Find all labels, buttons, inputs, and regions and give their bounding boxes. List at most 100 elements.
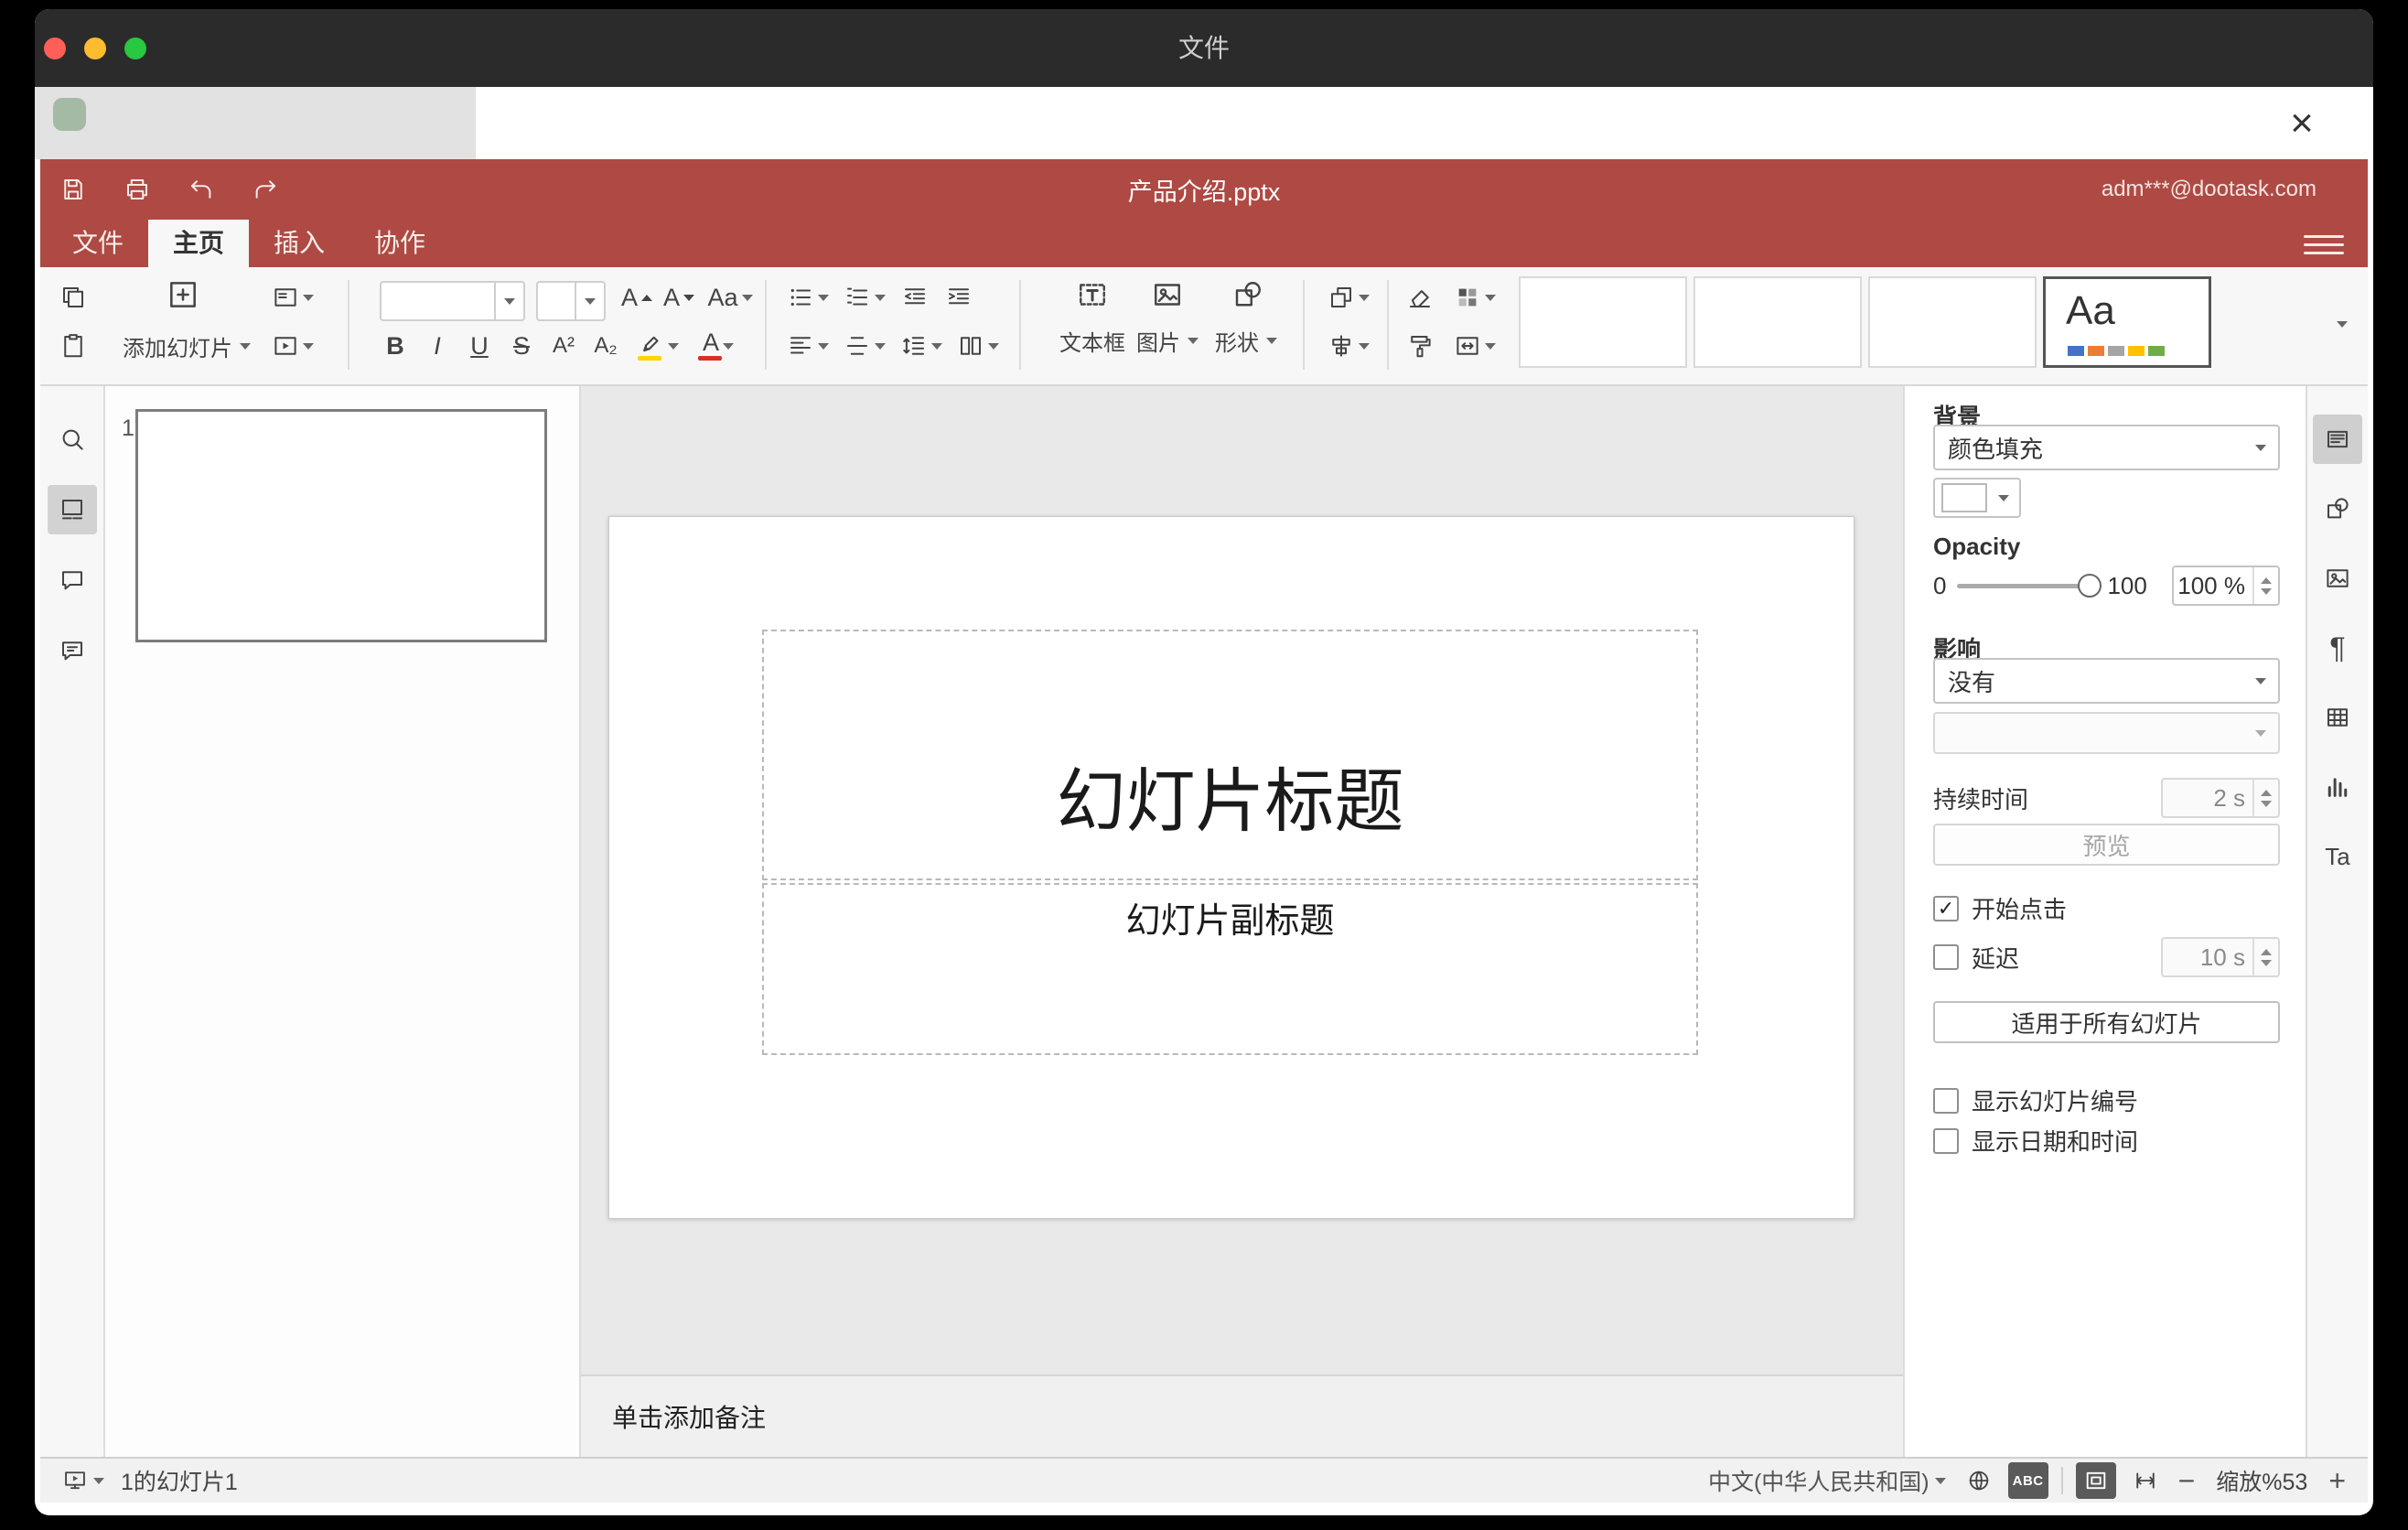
add-slide-button[interactable] bbox=[161, 273, 205, 317]
shape-settings-tab[interactable] bbox=[2313, 484, 2362, 533]
zoom-in-button[interactable]: + bbox=[2325, 1462, 2349, 1499]
clear-style-button[interactable] bbox=[1400, 277, 1440, 318]
close-preview-button[interactable]: × bbox=[2278, 100, 2326, 147]
insert-shape-button[interactable] bbox=[1219, 271, 1277, 318]
horizontal-align-button[interactable] bbox=[781, 326, 834, 366]
preview-slideshow-button[interactable] bbox=[263, 326, 322, 366]
opacity-slider-knob[interactable] bbox=[2078, 573, 2102, 598]
columns-button[interactable] bbox=[951, 326, 1005, 366]
notes-area[interactable]: 单击添加备注 bbox=[581, 1374, 1903, 1457]
spellcheck-button[interactable]: ABC bbox=[2007, 1462, 2048, 1499]
add-slide-menu-button[interactable]: 添加幻灯片 bbox=[113, 326, 260, 366]
paste-button[interactable] bbox=[53, 326, 93, 366]
numbering-button[interactable] bbox=[838, 277, 891, 318]
language-select[interactable]: 中文(中华人民共和国) bbox=[1704, 1462, 1950, 1499]
font-color-button[interactable]: A bbox=[690, 326, 747, 366]
increase-indent-button[interactable] bbox=[939, 277, 979, 318]
show-date-time-checkbox[interactable] bbox=[1933, 1127, 1959, 1154]
bullets-button[interactable] bbox=[781, 277, 834, 318]
spinner-up-icon[interactable] bbox=[2261, 576, 2272, 584]
set-language-button[interactable] bbox=[1962, 1462, 1995, 1499]
theme-gallery-expand-button[interactable] bbox=[2322, 304, 2362, 344]
decrease-font-size-button[interactable]: A bbox=[659, 277, 699, 318]
slide-thumbnail[interactable] bbox=[135, 409, 547, 642]
change-case-button[interactable]: Aa bbox=[701, 277, 759, 318]
underline-button[interactable]: U bbox=[459, 326, 500, 366]
print-button[interactable] bbox=[117, 169, 157, 210]
font-name-combo[interactable] bbox=[380, 281, 525, 321]
font-name-dropdown[interactable] bbox=[494, 283, 523, 319]
fit-to-width-button[interactable] bbox=[2129, 1462, 2162, 1499]
spinner-down-icon[interactable] bbox=[2261, 800, 2272, 807]
insert-shape-menu[interactable]: 形状 bbox=[1199, 320, 1294, 361]
tab-home[interactable]: 主页 bbox=[148, 220, 250, 267]
transition-effect-select[interactable]: 没有 bbox=[1933, 658, 2280, 704]
theme-thumbnail-2[interactable] bbox=[1693, 276, 1862, 368]
subtitle-placeholder[interactable]: 幻灯片副标题 bbox=[762, 883, 1698, 1055]
insert-image-button[interactable] bbox=[1138, 271, 1197, 318]
copy-button[interactable] bbox=[53, 277, 93, 318]
copy-style-button[interactable] bbox=[1400, 326, 1440, 366]
theme-thumbnail-selected[interactable]: Aa bbox=[2043, 276, 2211, 368]
image-settings-tab[interactable] bbox=[2313, 554, 2362, 603]
transition-variant-select[interactable] bbox=[1933, 712, 2280, 754]
start-slideshow-statusbar-button[interactable] bbox=[59, 1462, 108, 1499]
italic-button[interactable]: I bbox=[417, 326, 457, 366]
tab-file[interactable]: 文件 bbox=[48, 220, 148, 267]
increase-font-size-button[interactable]: A bbox=[617, 277, 657, 318]
strikethrough-button[interactable]: S bbox=[501, 326, 542, 366]
slide-canvas[interactable]: 幻灯片标题 幻灯片副标题 bbox=[581, 386, 1903, 1374]
preview-button[interactable]: 预览 bbox=[1933, 824, 2280, 866]
table-settings-tab[interactable] bbox=[2313, 693, 2362, 742]
decrease-indent-button[interactable] bbox=[895, 277, 935, 318]
align-shape-button[interactable] bbox=[1319, 326, 1378, 366]
slide-size-button[interactable] bbox=[1446, 326, 1504, 366]
background-color-select[interactable] bbox=[1933, 478, 2021, 518]
opacity-slider[interactable] bbox=[1957, 573, 2102, 598]
delay-spinner[interactable]: 10 s bbox=[2161, 937, 2280, 977]
slide-settings-tab[interactable] bbox=[2313, 415, 2362, 464]
comments-button[interactable] bbox=[48, 555, 97, 605]
line-spacing-button[interactable] bbox=[895, 326, 948, 366]
search-button[interactable] bbox=[48, 415, 97, 464]
change-layout-button[interactable] bbox=[263, 277, 322, 318]
start-on-click-checkbox[interactable]: ✓ bbox=[1933, 895, 1959, 921]
arrange-shape-button[interactable] bbox=[1319, 277, 1378, 318]
show-slide-number-checkbox[interactable] bbox=[1933, 1087, 1959, 1114]
font-size-dropdown[interactable] bbox=[575, 283, 604, 319]
tab-insert[interactable]: 插入 bbox=[249, 220, 349, 267]
vertical-align-button[interactable] bbox=[838, 326, 891, 366]
background-fill-select[interactable]: 颜色填充 bbox=[1933, 425, 2280, 470]
delay-checkbox[interactable] bbox=[1933, 944, 1959, 970]
opacity-spinner[interactable]: 100 % bbox=[2172, 566, 2280, 606]
view-settings-button[interactable] bbox=[2304, 229, 2344, 260]
undo-button[interactable] bbox=[181, 169, 221, 210]
spinner-up-icon[interactable] bbox=[2261, 948, 2272, 955]
spinner-up-icon[interactable] bbox=[2261, 789, 2272, 796]
highlight-color-button[interactable] bbox=[629, 326, 686, 366]
textart-settings-tab[interactable]: Ta bbox=[2313, 832, 2362, 881]
apply-to-all-slides-button[interactable]: 适用于所有幻灯片 bbox=[1933, 1001, 2280, 1043]
save-button[interactable] bbox=[53, 169, 93, 210]
insert-textbox-button[interactable] bbox=[1063, 271, 1122, 318]
fit-to-slide-button[interactable] bbox=[2075, 1462, 2116, 1499]
slides-panel-button[interactable] bbox=[47, 485, 97, 534]
chat-button[interactable] bbox=[48, 626, 97, 675]
tab-collaboration[interactable]: 协作 bbox=[349, 220, 450, 267]
redo-button[interactable] bbox=[245, 169, 285, 210]
zoom-out-button[interactable]: − bbox=[2175, 1462, 2199, 1499]
superscript-button[interactable]: A² bbox=[543, 326, 584, 366]
paragraph-settings-tab[interactable]: ¶ bbox=[2313, 623, 2362, 673]
subscript-button[interactable]: A₂ bbox=[586, 326, 626, 366]
chart-settings-tab[interactable] bbox=[2313, 762, 2362, 812]
bold-button[interactable]: B bbox=[375, 326, 415, 366]
color-scheme-button[interactable] bbox=[1446, 277, 1504, 318]
duration-spinner[interactable]: 2 s bbox=[2161, 778, 2280, 818]
spinner-down-icon[interactable] bbox=[2261, 587, 2272, 595]
theme-thumbnail-1[interactable] bbox=[1519, 276, 1687, 368]
title-placeholder[interactable]: 幻灯片标题 bbox=[762, 630, 1698, 880]
slide[interactable]: 幻灯片标题 幻灯片副标题 bbox=[608, 516, 1854, 1219]
font-size-combo[interactable] bbox=[536, 281, 606, 321]
spinner-down-icon[interactable] bbox=[2261, 959, 2272, 966]
theme-thumbnail-3[interactable] bbox=[1868, 276, 2037, 368]
